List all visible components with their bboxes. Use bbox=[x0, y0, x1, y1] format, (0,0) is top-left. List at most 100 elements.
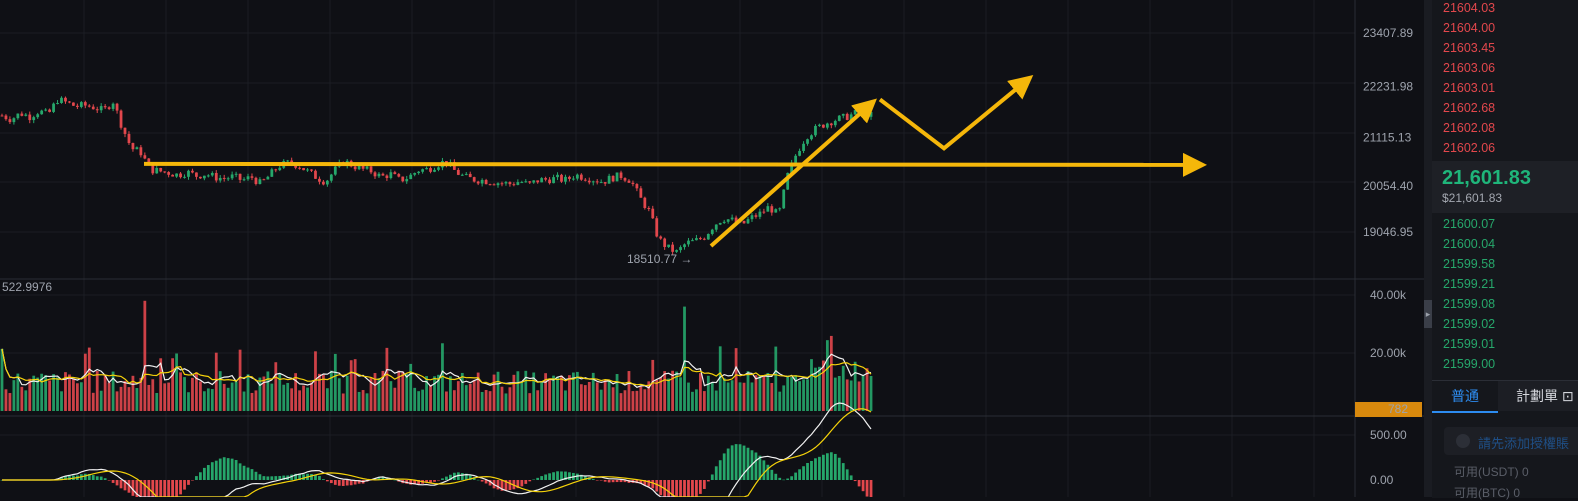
candle-body bbox=[79, 102, 83, 107]
bid-price[interactable]: 21599.21 bbox=[1443, 276, 1495, 292]
candle-body bbox=[234, 173, 238, 175]
macd-histogram-bar bbox=[595, 480, 599, 481]
macd-histogram-bar bbox=[191, 480, 194, 481]
tab-normal-order[interactable]: 普通 bbox=[1432, 381, 1498, 413]
trading-chart[interactable]: 23407.89 22231.98 21115.13 20054.40 19046.95… bbox=[0, 0, 1424, 497]
ask-price[interactable]: 21603.06 bbox=[1443, 60, 1495, 76]
macd-histogram-bar bbox=[667, 480, 671, 497]
volume-bar bbox=[746, 371, 750, 411]
bid-price[interactable]: 21599.00 bbox=[1443, 356, 1495, 372]
ask-price[interactable]: 21603.45 bbox=[1443, 40, 1495, 56]
macd-histogram-bar bbox=[222, 457, 226, 480]
candle-body bbox=[663, 238, 667, 247]
candle-body bbox=[40, 110, 44, 115]
volume-bar bbox=[556, 376, 559, 411]
volume-bar bbox=[611, 387, 615, 411]
ask-price[interactable]: 21602.06 bbox=[1443, 140, 1495, 156]
candle-body bbox=[266, 176, 270, 180]
tab-plan-label: 計劃單 bbox=[1516, 388, 1558, 404]
ask-price[interactable]: 21604.03 bbox=[1443, 0, 1495, 16]
ask-price[interactable]: 21603.01 bbox=[1443, 80, 1495, 96]
candle-body bbox=[702, 238, 706, 240]
ask-price[interactable]: 21604.00 bbox=[1443, 20, 1495, 36]
chart-canvas[interactable]: 23407.89 22231.98 21115.13 20054.40 19046.95… bbox=[0, 0, 1424, 497]
ask-price[interactable]: 21602.08 bbox=[1443, 120, 1495, 136]
candle-body bbox=[869, 111, 873, 117]
bid-price[interactable]: 21599.01 bbox=[1443, 336, 1495, 352]
macd-histogram-bar bbox=[242, 465, 246, 480]
volume-bar bbox=[282, 384, 286, 411]
macd-histogram-bar bbox=[710, 474, 714, 480]
volume-bar bbox=[119, 386, 123, 411]
candle-body bbox=[44, 109, 48, 111]
tab-plan-order[interactable]: 計劃單 ⊡ bbox=[1498, 381, 1578, 411]
candle-body bbox=[726, 219, 730, 222]
candle-body bbox=[16, 113, 20, 119]
volume-bar bbox=[599, 389, 603, 411]
macd-histogram-bar bbox=[119, 480, 123, 489]
macd-histogram-bar bbox=[441, 478, 444, 480]
macd-histogram-bar bbox=[675, 480, 678, 497]
candle-body bbox=[401, 176, 405, 182]
uptrend-arrow[interactable] bbox=[709, 98, 877, 248]
volume-bar bbox=[448, 376, 452, 411]
macd-histogram-bar bbox=[778, 477, 782, 480]
last-price-usd: $21,601.83 bbox=[1442, 191, 1503, 205]
volume-bar bbox=[508, 387, 512, 411]
candle-body bbox=[325, 180, 329, 185]
authorize-account-hint[interactable]: 請先添加授權賬 bbox=[1444, 427, 1578, 455]
low-price-marker: 18510.77 → bbox=[627, 252, 692, 266]
panel-splitter[interactable] bbox=[1424, 0, 1432, 497]
volume-bar bbox=[68, 374, 71, 411]
ask-price[interactable]: 21602.68 bbox=[1443, 100, 1495, 116]
candle-body bbox=[60, 97, 63, 104]
bid-price[interactable]: 21599.08 bbox=[1443, 296, 1495, 312]
volume-bar bbox=[710, 382, 714, 411]
volume-bar bbox=[702, 391, 706, 411]
volume-bar bbox=[405, 373, 409, 411]
bid-price[interactable]: 21599.02 bbox=[1443, 316, 1495, 332]
horizontal-trend-arrow[interactable] bbox=[143, 152, 1207, 177]
bid-price[interactable]: 21600.07 bbox=[1443, 216, 1495, 232]
candle-body bbox=[226, 178, 230, 180]
volume-bar bbox=[766, 373, 770, 411]
candle-body bbox=[393, 172, 397, 175]
macd-histogram-bar bbox=[603, 480, 607, 482]
zigzag-forecast-arrow[interactable] bbox=[878, 75, 1034, 151]
volume-bar bbox=[52, 374, 55, 411]
macd-histogram-bar bbox=[115, 480, 119, 486]
macd-histogram-bar bbox=[754, 452, 758, 480]
collapse-handle-icon[interactable]: ▸ bbox=[1424, 300, 1432, 328]
volume-bar bbox=[191, 377, 194, 411]
candle-body bbox=[655, 218, 659, 237]
candle-body bbox=[560, 174, 563, 182]
volume-bar bbox=[452, 390, 456, 411]
candle-body bbox=[278, 167, 282, 171]
available-usdt: 可用(USDT) 0 bbox=[1454, 463, 1529, 480]
candle-body bbox=[496, 183, 500, 186]
candle-body bbox=[845, 113, 849, 120]
volume-bar bbox=[782, 385, 786, 411]
volume-indicator-value: 522.9976 bbox=[2, 280, 52, 294]
volume-axis-label: 20.00k bbox=[1370, 346, 1407, 360]
volume-bar bbox=[361, 390, 365, 411]
bid-price[interactable]: 21599.58 bbox=[1443, 256, 1495, 272]
candle-body bbox=[512, 184, 516, 186]
volume-bar bbox=[99, 390, 103, 411]
volume-bar bbox=[183, 377, 186, 411]
volume-bar bbox=[401, 371, 405, 411]
bid-price[interactable]: 21600.04 bbox=[1443, 236, 1495, 252]
volume-bar bbox=[504, 393, 508, 411]
candle-body bbox=[774, 209, 778, 213]
volume-bar bbox=[179, 372, 182, 411]
candle-body bbox=[583, 179, 587, 181]
candle-body bbox=[409, 174, 413, 180]
available-btc-label: 可用(BTC) bbox=[1454, 486, 1510, 500]
macd-histogram-bar bbox=[524, 480, 528, 484]
volume-bar bbox=[833, 377, 837, 411]
volume-bar bbox=[325, 388, 329, 411]
macd-histogram-bar bbox=[325, 480, 329, 482]
volume-bar bbox=[579, 384, 583, 411]
volume-bar bbox=[798, 381, 801, 411]
candle-body bbox=[210, 172, 214, 176]
